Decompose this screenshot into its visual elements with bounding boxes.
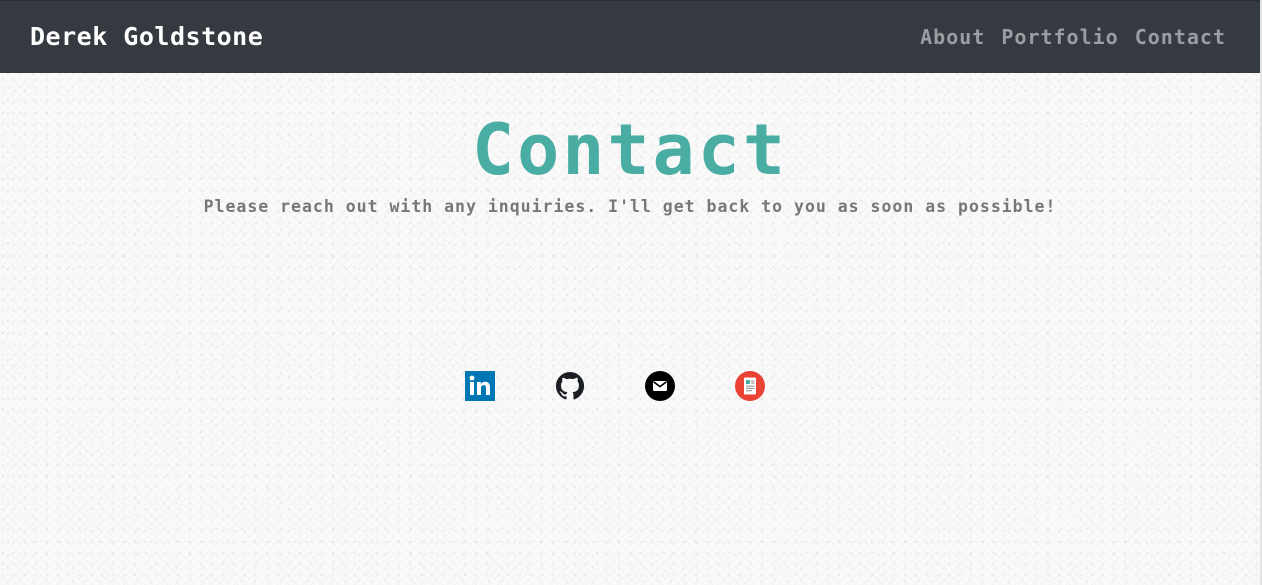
page-subtitle: Please reach out with any inquiries. I'l… [203,197,1057,216]
social-links [465,371,765,401]
nav-link-contact[interactable]: Contact [1135,19,1226,55]
resume-link[interactable] [735,371,765,401]
resume-icon [735,371,765,401]
brand-link[interactable]: Derek Goldstone [30,19,263,55]
nav-links: About Portfolio Contact [920,19,1226,55]
nav-link-about[interactable]: About [920,19,985,55]
nav-link-portfolio[interactable]: Portfolio [1001,19,1118,55]
github-link[interactable] [555,371,585,401]
github-icon [555,371,585,400]
top-navbar: Derek Goldstone About Portfolio Contact [0,0,1260,73]
linkedin-icon [465,371,495,401]
email-link[interactable] [645,371,675,401]
linkedin-link[interactable] [465,371,495,401]
email-icon [645,371,675,401]
page-title: Contact [471,109,788,191]
